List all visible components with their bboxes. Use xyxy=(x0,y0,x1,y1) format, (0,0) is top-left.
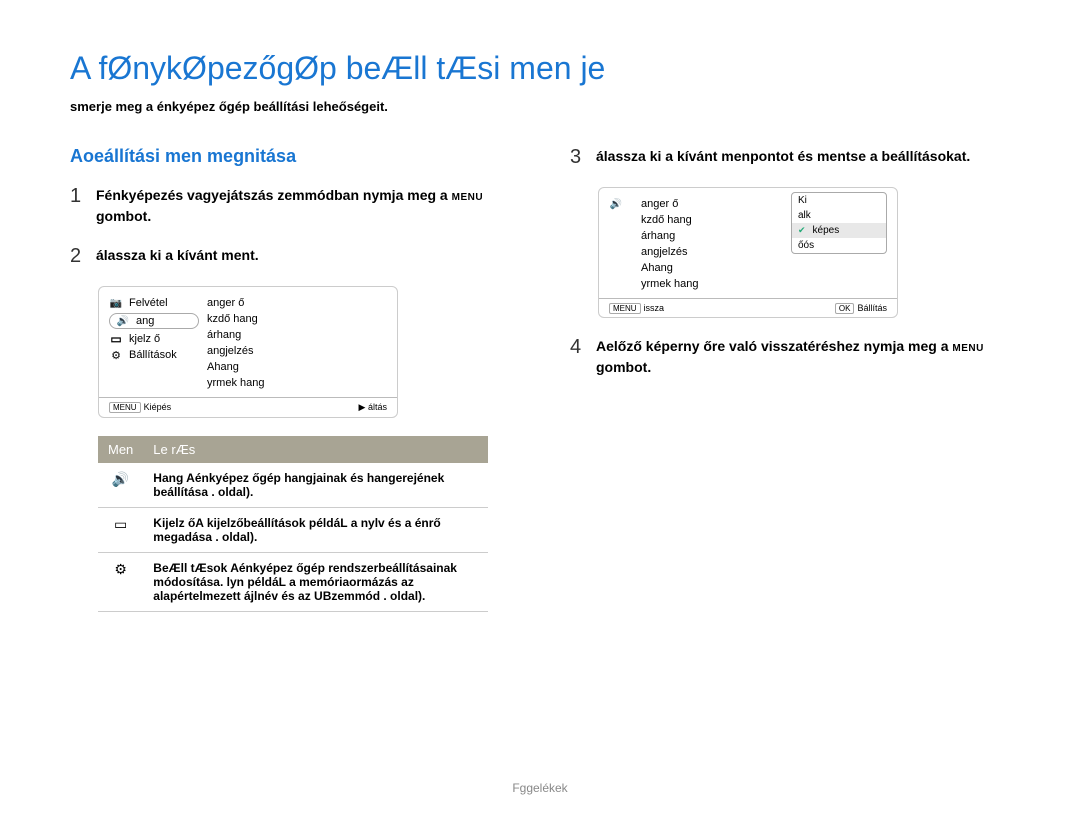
menu-label: MENU xyxy=(452,192,483,203)
menu-table: Men Le rÆs 🔊Hang Aénkyépez őgép hangjain… xyxy=(98,436,488,612)
submenu-item: Ahang xyxy=(641,260,787,276)
menu-item: ang xyxy=(109,313,199,329)
menu-button-label: MENU xyxy=(609,303,641,314)
step-2: 2 álassza ki a kívánt ment. xyxy=(70,245,510,268)
popup-option: őós xyxy=(792,238,886,253)
camera-screen-1: Felvétel ang kjelz őBállítások anger őkzdő… xyxy=(98,286,398,418)
options-popup: Kialkképesőós xyxy=(791,192,887,254)
submenu-item: árhang xyxy=(207,327,387,343)
gear-icon xyxy=(109,349,123,361)
menu-item: kjelz ő xyxy=(109,331,199,347)
right-column: 3 álassza ki a kívánt menpontot és ments… xyxy=(570,146,1010,612)
sound-icon xyxy=(116,315,130,327)
page-footer: Fggelékek xyxy=(0,781,1080,795)
row-desc: Hang Aénkyépez őgép hangjainak és hanger… xyxy=(143,463,488,508)
ok-button-label: OK xyxy=(835,303,855,314)
popup-option: Ki xyxy=(792,193,886,208)
step-num: 1 xyxy=(70,185,86,227)
submenu-item: yrmek hang xyxy=(207,375,387,391)
step-text: álassza ki a kívánt ment. xyxy=(96,245,259,268)
sound-icon xyxy=(609,198,623,210)
table-row: ⚙BeÆll tÆsok Aénkyépez őgép rendszerbeál… xyxy=(98,553,488,612)
camera-screen-2: anger őkzdő hangárhangangjelzésAhangyrme… xyxy=(598,187,898,318)
step-text: álassza ki a kívánt menpontot és mentse … xyxy=(596,146,970,169)
menu-button-label: MENU xyxy=(109,402,141,413)
popup-option: alk xyxy=(792,208,886,223)
step-num: 4 xyxy=(570,336,586,378)
submenu-item: kzdő hang xyxy=(641,212,787,228)
step-text: Fénkyépezés vagyejátszás zemmódban nymja… xyxy=(96,185,510,227)
display-icon xyxy=(109,333,123,345)
row-icon: ⚙ xyxy=(98,553,143,612)
section-heading: Aoeállítási men megnitása xyxy=(70,146,510,167)
row-desc: Kijelz őA kijelzőbeállítások példáL a ny… xyxy=(143,508,488,553)
popup-option: képes xyxy=(792,223,886,238)
row-icon: ▭ xyxy=(98,508,143,553)
page-title: A fØnykØpezőgØp beÆll tÆsi men je xyxy=(70,50,1010,87)
table-row: ▭Kijelz őA kijelzőbeállítások példáL a n… xyxy=(98,508,488,553)
submenu-item: anger ő xyxy=(641,196,787,212)
menu-label: MENU xyxy=(952,343,983,354)
row-icon: 🔊 xyxy=(98,463,143,508)
table-row: 🔊Hang Aénkyépez őgép hangjainak és hange… xyxy=(98,463,488,508)
step-num: 2 xyxy=(70,245,86,268)
step-num: 3 xyxy=(570,146,586,169)
step-1: 1 Fénkyépezés vagyejátszás zemmódban nym… xyxy=(70,185,510,227)
submenu-item: kzdő hang xyxy=(207,311,387,327)
th-menu: Men xyxy=(98,436,143,463)
row-desc: BeÆll tÆsok Aénkyépez őgép rendszerbeáll… xyxy=(143,553,488,612)
page-subtitle: smerje meg a énkyépez őgép beállítási le… xyxy=(70,99,1010,114)
submenu-item: angjelzés xyxy=(207,343,387,359)
th-desc: Le rÆs xyxy=(143,436,488,463)
step-text: Aelőző képerny őre való visszatéréshez n… xyxy=(596,336,1010,378)
left-column: Aoeállítási men megnitása 1 Fénkyépezés … xyxy=(70,146,510,612)
step-3: 3 álassza ki a kívánt menpontot és ments… xyxy=(570,146,1010,169)
submenu-item: Ahang xyxy=(207,359,387,375)
camera-icon xyxy=(109,297,123,309)
menu-item: Bállítások xyxy=(109,347,199,363)
submenu-item: anger ő xyxy=(207,295,387,311)
menu-item: Felvétel xyxy=(109,295,199,311)
submenu-item: angjelzés xyxy=(641,244,787,260)
submenu-item: yrmek hang xyxy=(641,276,787,292)
submenu-item: árhang xyxy=(641,228,787,244)
step-4: 4 Aelőző képerny őre való visszatéréshez… xyxy=(570,336,1010,378)
